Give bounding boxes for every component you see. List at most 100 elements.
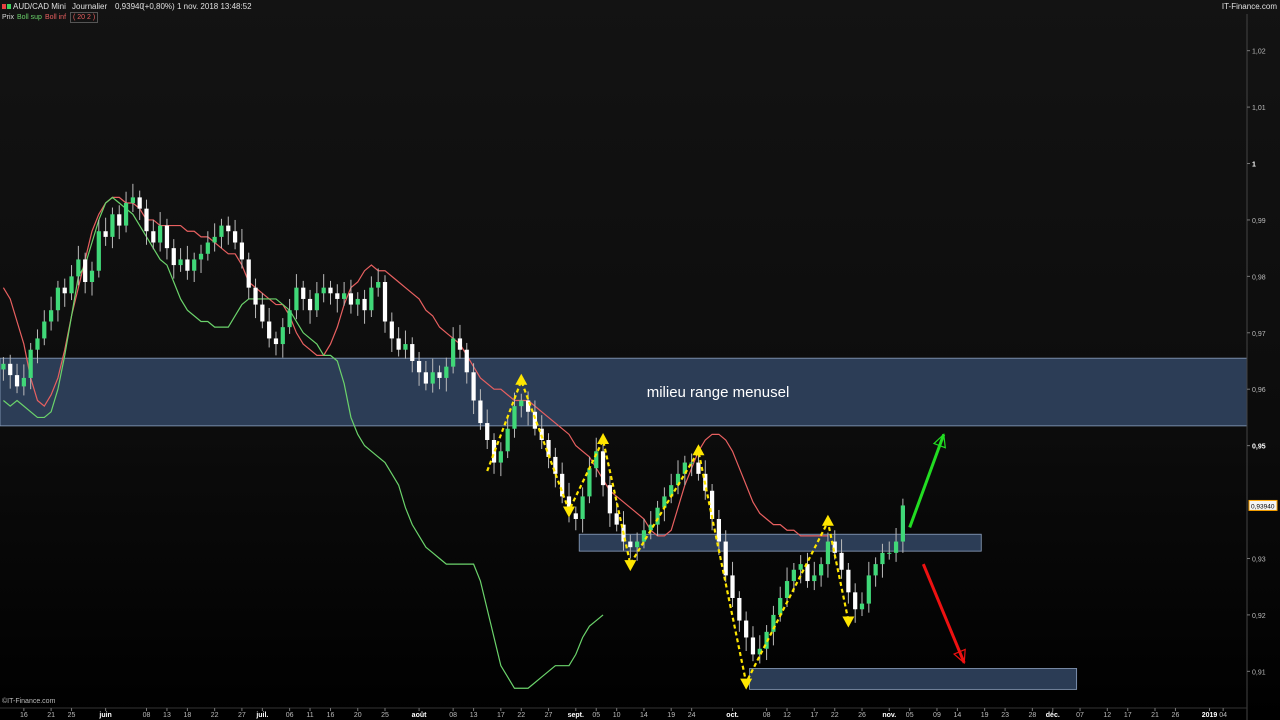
candle-body	[164, 225, 170, 249]
x-tick-label: 20	[354, 712, 362, 719]
zigzag-arrowhead	[692, 444, 705, 456]
x-tick-label: 28	[1028, 712, 1036, 719]
candle-body	[519, 400, 524, 407]
candle-body	[798, 564, 803, 570]
x-tick-label: 04	[1219, 712, 1227, 719]
candle-body	[83, 259, 88, 283]
range-zone-2	[749, 668, 1078, 690]
candle-body	[887, 552, 892, 554]
candle-body	[410, 344, 415, 361]
candle	[55, 280, 61, 322]
y-tick-label: 0,93	[1252, 556, 1266, 563]
candle-body	[471, 372, 476, 401]
candle	[287, 298, 292, 334]
candle	[219, 218, 224, 249]
candle-body	[723, 541, 728, 576]
y-tick-label: 1,02	[1252, 49, 1266, 56]
candle	[451, 327, 456, 374]
candle	[607, 476, 612, 527]
candle-body	[335, 293, 340, 299]
y-tick-label: 0,97	[1252, 331, 1266, 338]
candle	[859, 592, 865, 617]
candle-body	[628, 541, 633, 548]
candle-body	[260, 304, 265, 322]
price-chart[interactable]: 1,02 1,01 1 0,99 0,98 0,97 0,96 0,95 0,93 0,92 0,9…	[0, 0, 1280, 720]
projection-arrow-line	[921, 563, 966, 664]
candle	[137, 190, 142, 220]
timestamp: 1 nov. 2018 13:48:52	[177, 2, 252, 11]
candle	[893, 528, 899, 562]
candle	[42, 310, 47, 346]
annotations: milieu range menusel	[647, 384, 790, 401]
candle	[580, 487, 585, 533]
x-tick-label: 14	[640, 712, 648, 719]
candle-body	[89, 270, 95, 283]
candle-body	[103, 231, 108, 237]
candle-body	[110, 214, 115, 237]
candle	[164, 218, 170, 260]
candle-body	[198, 253, 204, 260]
candle-body	[171, 248, 176, 266]
y-tick-label: 0,96	[1252, 387, 1266, 394]
candle-body	[744, 620, 749, 638]
candle	[818, 557, 824, 587]
candle	[791, 562, 796, 593]
x-tick-label: déc.	[1046, 712, 1060, 719]
candle-body	[444, 366, 449, 378]
candle-body	[846, 569, 851, 593]
candle	[587, 456, 592, 504]
candle	[703, 460, 708, 500]
candle-body	[825, 541, 831, 565]
copyright: ©IT-Finance.com	[2, 698, 56, 705]
x-tick-label: 05	[906, 712, 914, 719]
candle-body	[818, 564, 824, 576]
candle-body	[348, 293, 354, 305]
x-tick-label: 27	[545, 712, 553, 719]
candle	[117, 205, 122, 240]
candle	[335, 284, 340, 313]
candle	[185, 245, 190, 280]
candle	[301, 280, 306, 311]
candle-body	[137, 197, 142, 209]
candle-body	[76, 259, 81, 277]
site-name[interactable]: IT-Finance.com	[1222, 0, 1277, 13]
range-zone-0	[0, 357, 1248, 427]
x-tick-label: 09	[933, 712, 941, 719]
candle	[348, 279, 354, 314]
y-tick-label: 1	[1252, 162, 1256, 169]
candle-body	[478, 400, 483, 424]
candle	[171, 239, 176, 279]
candle	[123, 191, 129, 233]
y-tick-label: 0,95	[1252, 444, 1266, 451]
candle-body	[96, 231, 101, 271]
candle-body	[416, 361, 422, 373]
candle-body	[232, 231, 238, 243]
candle-body	[778, 597, 783, 615]
candle-body	[246, 259, 251, 288]
candle	[321, 274, 326, 303]
x-tick-label: juin	[98, 712, 111, 719]
candle	[771, 605, 776, 646]
candle-body	[689, 462, 694, 464]
candle-body	[55, 287, 61, 311]
candle	[307, 289, 313, 324]
candle	[192, 252, 197, 283]
candle-body	[560, 473, 565, 497]
candle-body	[226, 225, 231, 232]
candle	[355, 292, 360, 316]
x-tick-label: 24	[688, 712, 696, 719]
y-tick-label: 1,01	[1252, 105, 1266, 112]
candle-body	[14, 375, 20, 387]
candle	[144, 199, 149, 245]
x-tick-label: 07	[1076, 712, 1084, 719]
candle	[267, 307, 272, 348]
zigzag-arrowhead	[842, 616, 855, 628]
candle-body	[750, 637, 756, 655]
x-tick-label: 22	[211, 712, 219, 719]
candle-body	[880, 552, 885, 565]
x-tick-label: 08	[763, 712, 771, 719]
x-tick-label: 25	[381, 712, 389, 719]
projection-arrow-line	[908, 433, 946, 528]
candle-body	[853, 592, 858, 610]
candle-body	[273, 338, 279, 345]
